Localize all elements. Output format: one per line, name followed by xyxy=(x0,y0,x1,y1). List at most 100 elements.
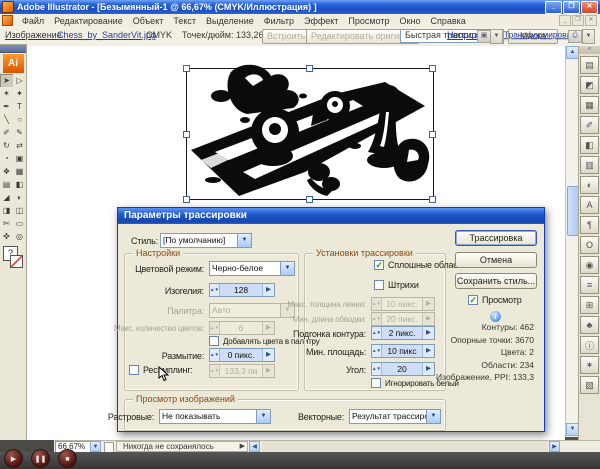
cancel-button[interactable]: Отмена xyxy=(455,252,537,268)
dock-collapse-button[interactable]: « xyxy=(579,46,600,54)
selection-handle[interactable] xyxy=(429,196,436,203)
preview-checkbox[interactable]: ✓ xyxy=(468,295,478,305)
panel-appearance[interactable]: ✶ xyxy=(580,356,599,374)
menu-item[interactable]: Справка xyxy=(425,16,470,26)
menu-item[interactable]: Выделение xyxy=(201,16,259,26)
stroke-none-swatch[interactable] xyxy=(10,255,23,268)
direct-selection-tool[interactable]: ▷ xyxy=(13,74,26,87)
resample-stepper[interactable]: ▲▼ 133,3 пи ▶ xyxy=(209,364,275,378)
traced-chess-artwork[interactable] xyxy=(185,56,433,200)
scroll-right-arrow[interactable]: ▶ xyxy=(549,441,560,452)
slider-popup-icon[interactable]: ▶ xyxy=(422,327,434,339)
status-popup-icon[interactable]: ▶ xyxy=(240,442,245,452)
menu-item[interactable]: Просмотр xyxy=(343,16,394,26)
style-select[interactable]: [По умолчанию] ▼ xyxy=(160,233,252,248)
hand-tool[interactable]: ✜ xyxy=(0,230,13,243)
max-stroke-stepper[interactable]: ▲▼ 10 пикс. ▶ xyxy=(371,297,435,311)
print-icon[interactable]: ⎙ xyxy=(568,30,582,43)
panel-graphic-styles[interactable]: ▧ xyxy=(580,376,599,394)
rotate-tool[interactable]: ↻ xyxy=(0,139,13,152)
embed-button[interactable]: Встроить xyxy=(262,29,310,44)
free-transform-tool[interactable]: ▣ xyxy=(13,152,26,165)
chevron-down-icon[interactable]: ▼ xyxy=(238,233,252,248)
chevron-down-icon[interactable]: ▼ xyxy=(281,261,295,276)
menu-item[interactable]: Окно xyxy=(395,16,426,26)
panel-swatches[interactable]: ▤ xyxy=(580,56,599,74)
vector-preview-select[interactable]: Результат трассировки ▼ xyxy=(349,409,441,424)
slider-popup-icon[interactable]: ▶ xyxy=(422,345,434,357)
palette-select[interactable]: Авто ▼ xyxy=(209,303,295,318)
menu-item[interactable]: Фильтр xyxy=(259,16,299,26)
stop-button[interactable]: ■ xyxy=(58,449,77,468)
chevron-down-icon[interactable]: ▼ xyxy=(257,409,271,424)
doc-close-button[interactable]: ✕ xyxy=(585,15,597,26)
live-paint-selection-tool[interactable]: ◫ xyxy=(13,204,26,217)
stepper-arrows-icon[interactable]: ▲▼ xyxy=(372,363,382,375)
panel-color[interactable]: ◩ xyxy=(580,76,599,94)
add-to-swatches-checkbox[interactable] xyxy=(209,336,219,346)
panel-attributes[interactable]: ◉ xyxy=(580,256,599,274)
raster-preview-select[interactable]: Не показывать ▼ xyxy=(159,409,271,424)
panel-paragraph[interactable]: ¶ xyxy=(580,216,599,234)
fills-checkbox[interactable]: ✓ xyxy=(374,260,384,270)
panel-transparency[interactable]: ▥ xyxy=(580,156,599,174)
panel-pattern[interactable]: ▦ xyxy=(580,96,599,114)
panel-symbols[interactable]: ♣ xyxy=(580,316,599,334)
chevron-down-icon[interactable]: ▼ xyxy=(427,409,441,424)
symbol-sprayer-tool[interactable]: ❖ xyxy=(0,165,13,178)
menu-item[interactable]: Объект xyxy=(128,16,169,26)
graph-tool[interactable]: ▦ xyxy=(13,165,26,178)
line-tool[interactable]: ╲ xyxy=(0,113,13,126)
panel-stroke[interactable]: ◐ xyxy=(580,176,599,194)
panel-gradient[interactable]: ◧ xyxy=(580,136,599,154)
min-area-stepper[interactable]: ▲▼ 10 пикс ▶ xyxy=(371,344,435,358)
path-fit-stepper[interactable]: ▲▼ 2 пикс. ▶ xyxy=(371,326,435,340)
panel-brushes[interactable]: ✐ xyxy=(580,116,599,134)
selection-handle[interactable] xyxy=(306,196,313,203)
paintbrush-tool[interactable]: ✐ xyxy=(0,126,13,139)
selection-handle[interactable] xyxy=(429,131,436,138)
opacity-dropdown[interactable]: ▼ xyxy=(490,29,503,44)
blur-stepper[interactable]: ▲▼ 0 пикс. ▶ xyxy=(209,348,275,362)
doc-restore-button[interactable]: ❐ xyxy=(572,15,584,26)
min-stroke-stepper[interactable]: ▲▼ 20 пикс. ▶ xyxy=(371,312,435,326)
corner-angle-stepper[interactable]: ▲▼ 20 ▶ xyxy=(371,362,435,376)
trace-button[interactable]: Трассировка xyxy=(455,230,537,246)
shape-tool[interactable]: ○ xyxy=(13,113,26,126)
selection-handle[interactable] xyxy=(183,65,190,72)
selection-tool[interactable]: ➤ xyxy=(0,74,13,87)
zoom-tool[interactable]: ◎ xyxy=(13,230,26,243)
close-button[interactable]: ✕ xyxy=(581,1,598,14)
zoom-dropdown[interactable]: ▼ xyxy=(90,441,101,452)
slider-popup-icon[interactable]: ▶ xyxy=(262,284,274,296)
selection-handle[interactable] xyxy=(183,196,190,203)
selection-handle[interactable] xyxy=(183,131,190,138)
strokes-checkbox[interactable] xyxy=(374,280,384,290)
eraser-tool[interactable]: ▭ xyxy=(13,217,26,230)
horizontal-scroll-track[interactable] xyxy=(262,441,548,452)
more-options-dropdown[interactable]: ▼ xyxy=(582,29,595,44)
menu-item[interactable]: Текст xyxy=(168,16,201,26)
scroll-left-arrow[interactable]: ◀ xyxy=(249,441,260,452)
status-message[interactable]: Никогда не сохранялось ▶ xyxy=(116,441,248,452)
stepper-arrows-icon[interactable]: ▲▼ xyxy=(210,349,220,361)
scale-tool[interactable]: ⇄ xyxy=(13,139,26,152)
selection-handle[interactable] xyxy=(306,65,313,72)
scissors-tool[interactable]: ✄ xyxy=(0,217,13,230)
toolbox-grip[interactable] xyxy=(0,45,26,53)
fill-stroke-indicator[interactable]: ? xyxy=(3,246,23,268)
menu-item[interactable]: Файл xyxy=(17,16,49,26)
filename-link[interactable]: Chess_by_SanderVit.jpg xyxy=(57,30,156,40)
dialog-title-bar[interactable]: Параметры трассировки xyxy=(118,208,544,224)
magic-wand-tool[interactable]: ✶ xyxy=(0,87,13,100)
save-style-button[interactable]: Сохранить стиль... xyxy=(455,273,537,289)
live-paint-bucket-tool[interactable]: ◨ xyxy=(0,204,13,217)
max-colors-stepper[interactable]: ▲▼ 6 ▶ xyxy=(209,321,275,335)
maximize-button[interactable]: ❐ xyxy=(563,1,580,14)
stepper-arrows-icon[interactable]: ▲▼ xyxy=(372,327,382,339)
selection-handle[interactable] xyxy=(429,65,436,72)
gradient-tool[interactable]: ◧ xyxy=(13,178,26,191)
opacity-icon[interactable]: ▣ xyxy=(477,30,491,43)
pause-button[interactable]: ❚❚ xyxy=(31,449,50,468)
panel-opentype[interactable]: O xyxy=(580,236,599,254)
